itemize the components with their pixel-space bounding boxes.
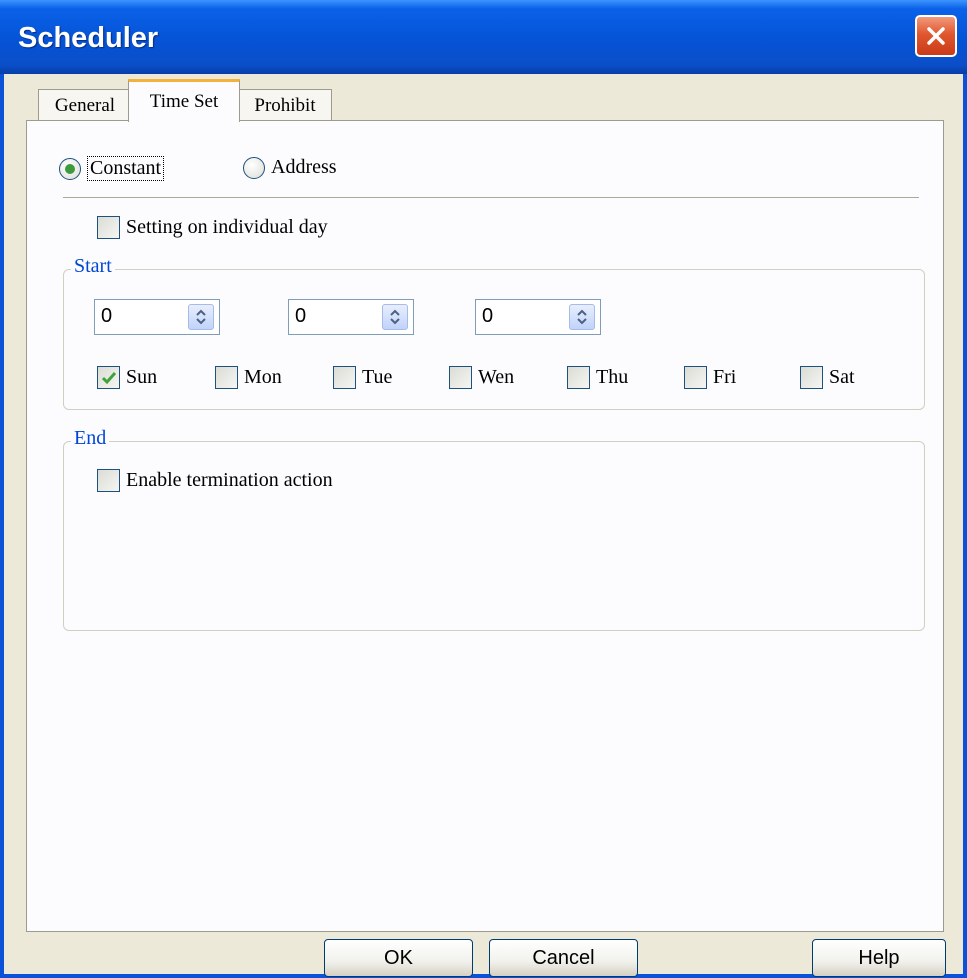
tab-time-set-label: Time Set — [149, 91, 219, 112]
address-label: Address — [271, 156, 337, 178]
individual-day-checkbox[interactable]: Setting on individual day — [97, 216, 328, 239]
day-checkbox-thu[interactable]: Thu — [567, 366, 628, 389]
close-button[interactable] — [915, 15, 957, 57]
help-button-label: Help — [858, 946, 900, 969]
checkbox-unchecked-icon — [97, 216, 120, 239]
radio-selected-icon — [59, 157, 81, 180]
close-icon — [927, 27, 945, 45]
checkbox-unchecked-icon — [215, 366, 238, 389]
radio-unselected-icon — [243, 156, 265, 179]
cancel-button[interactable]: Cancel — [489, 939, 638, 977]
spin-arrows-icon[interactable] — [569, 304, 595, 330]
start-group-label: Start — [71, 255, 115, 278]
ok-button-label: OK — [384, 946, 413, 969]
day-checkbox-fri[interactable]: Fri — [684, 366, 736, 389]
ok-button[interactable]: OK — [324, 939, 473, 977]
start-hour-value: 0 — [101, 305, 113, 327]
day-label-sat: Sat — [829, 366, 855, 388]
day-checkbox-wen[interactable]: Wen — [449, 366, 514, 389]
checkbox-unchecked-icon — [449, 366, 472, 389]
start-second-spinner[interactable]: 0 — [475, 299, 601, 335]
termination-checkbox[interactable]: Enable termination action — [97, 469, 333, 492]
end-group-label: End — [71, 427, 110, 450]
start-minute-value: 0 — [295, 305, 307, 327]
checkbox-unchecked-icon — [97, 469, 120, 492]
start-minute-spinner[interactable]: 0 — [288, 299, 414, 335]
start-second-value: 0 — [482, 305, 494, 327]
tab-general[interactable]: General — [38, 89, 132, 121]
start-hour-spinner[interactable]: 0 — [94, 299, 220, 335]
termination-label: Enable termination action — [126, 469, 333, 491]
day-checkbox-mon[interactable]: Mon — [215, 366, 282, 389]
help-button[interactable]: Help — [812, 939, 946, 977]
tab-prohibit[interactable]: Prohibit — [238, 89, 332, 121]
checkbox-unchecked-icon — [567, 366, 590, 389]
checkbox-unchecked-icon — [684, 366, 707, 389]
individual-day-label: Setting on individual day — [126, 216, 328, 238]
checkbox-unchecked-icon — [333, 366, 356, 389]
dialog-client-area: General Time Set Prohibit Constant Addre… — [4, 74, 963, 977]
checkbox-unchecked-icon — [800, 366, 823, 389]
spin-arrows-icon[interactable] — [382, 304, 408, 330]
window-title: Scheduler — [18, 22, 159, 54]
separator — [63, 197, 919, 198]
day-label-tue: Tue — [362, 366, 393, 388]
time-set-panel: Constant Address Setting on individual d… — [26, 120, 944, 932]
day-label-thu: Thu — [596, 366, 629, 388]
day-checkbox-sat[interactable]: Sat — [800, 366, 855, 389]
checkbox-checked-icon — [97, 366, 120, 389]
constant-radio[interactable]: Constant — [59, 156, 165, 181]
constant-label: Constant — [87, 156, 165, 181]
tab-general-label: General — [54, 94, 116, 116]
address-radio[interactable]: Address — [243, 156, 337, 179]
spin-arrows-icon[interactable] — [188, 304, 214, 330]
day-checkbox-tue[interactable]: Tue — [333, 366, 392, 389]
day-label-fri: Fri — [713, 366, 737, 388]
day-label-mon: Mon — [244, 366, 282, 388]
day-checkbox-sun[interactable]: Sun — [97, 366, 157, 389]
cancel-button-label: Cancel — [532, 946, 595, 969]
scheduler-dialog: Scheduler General Time Set Prohibit Cons… — [0, 0, 967, 978]
tab-time-set[interactable]: Time Set — [128, 79, 240, 122]
day-label-wen: Wen — [478, 366, 515, 388]
day-label-sun: Sun — [126, 366, 158, 388]
tab-prohibit-label: Prohibit — [254, 94, 316, 116]
title-bar[interactable]: Scheduler — [0, 0, 967, 74]
